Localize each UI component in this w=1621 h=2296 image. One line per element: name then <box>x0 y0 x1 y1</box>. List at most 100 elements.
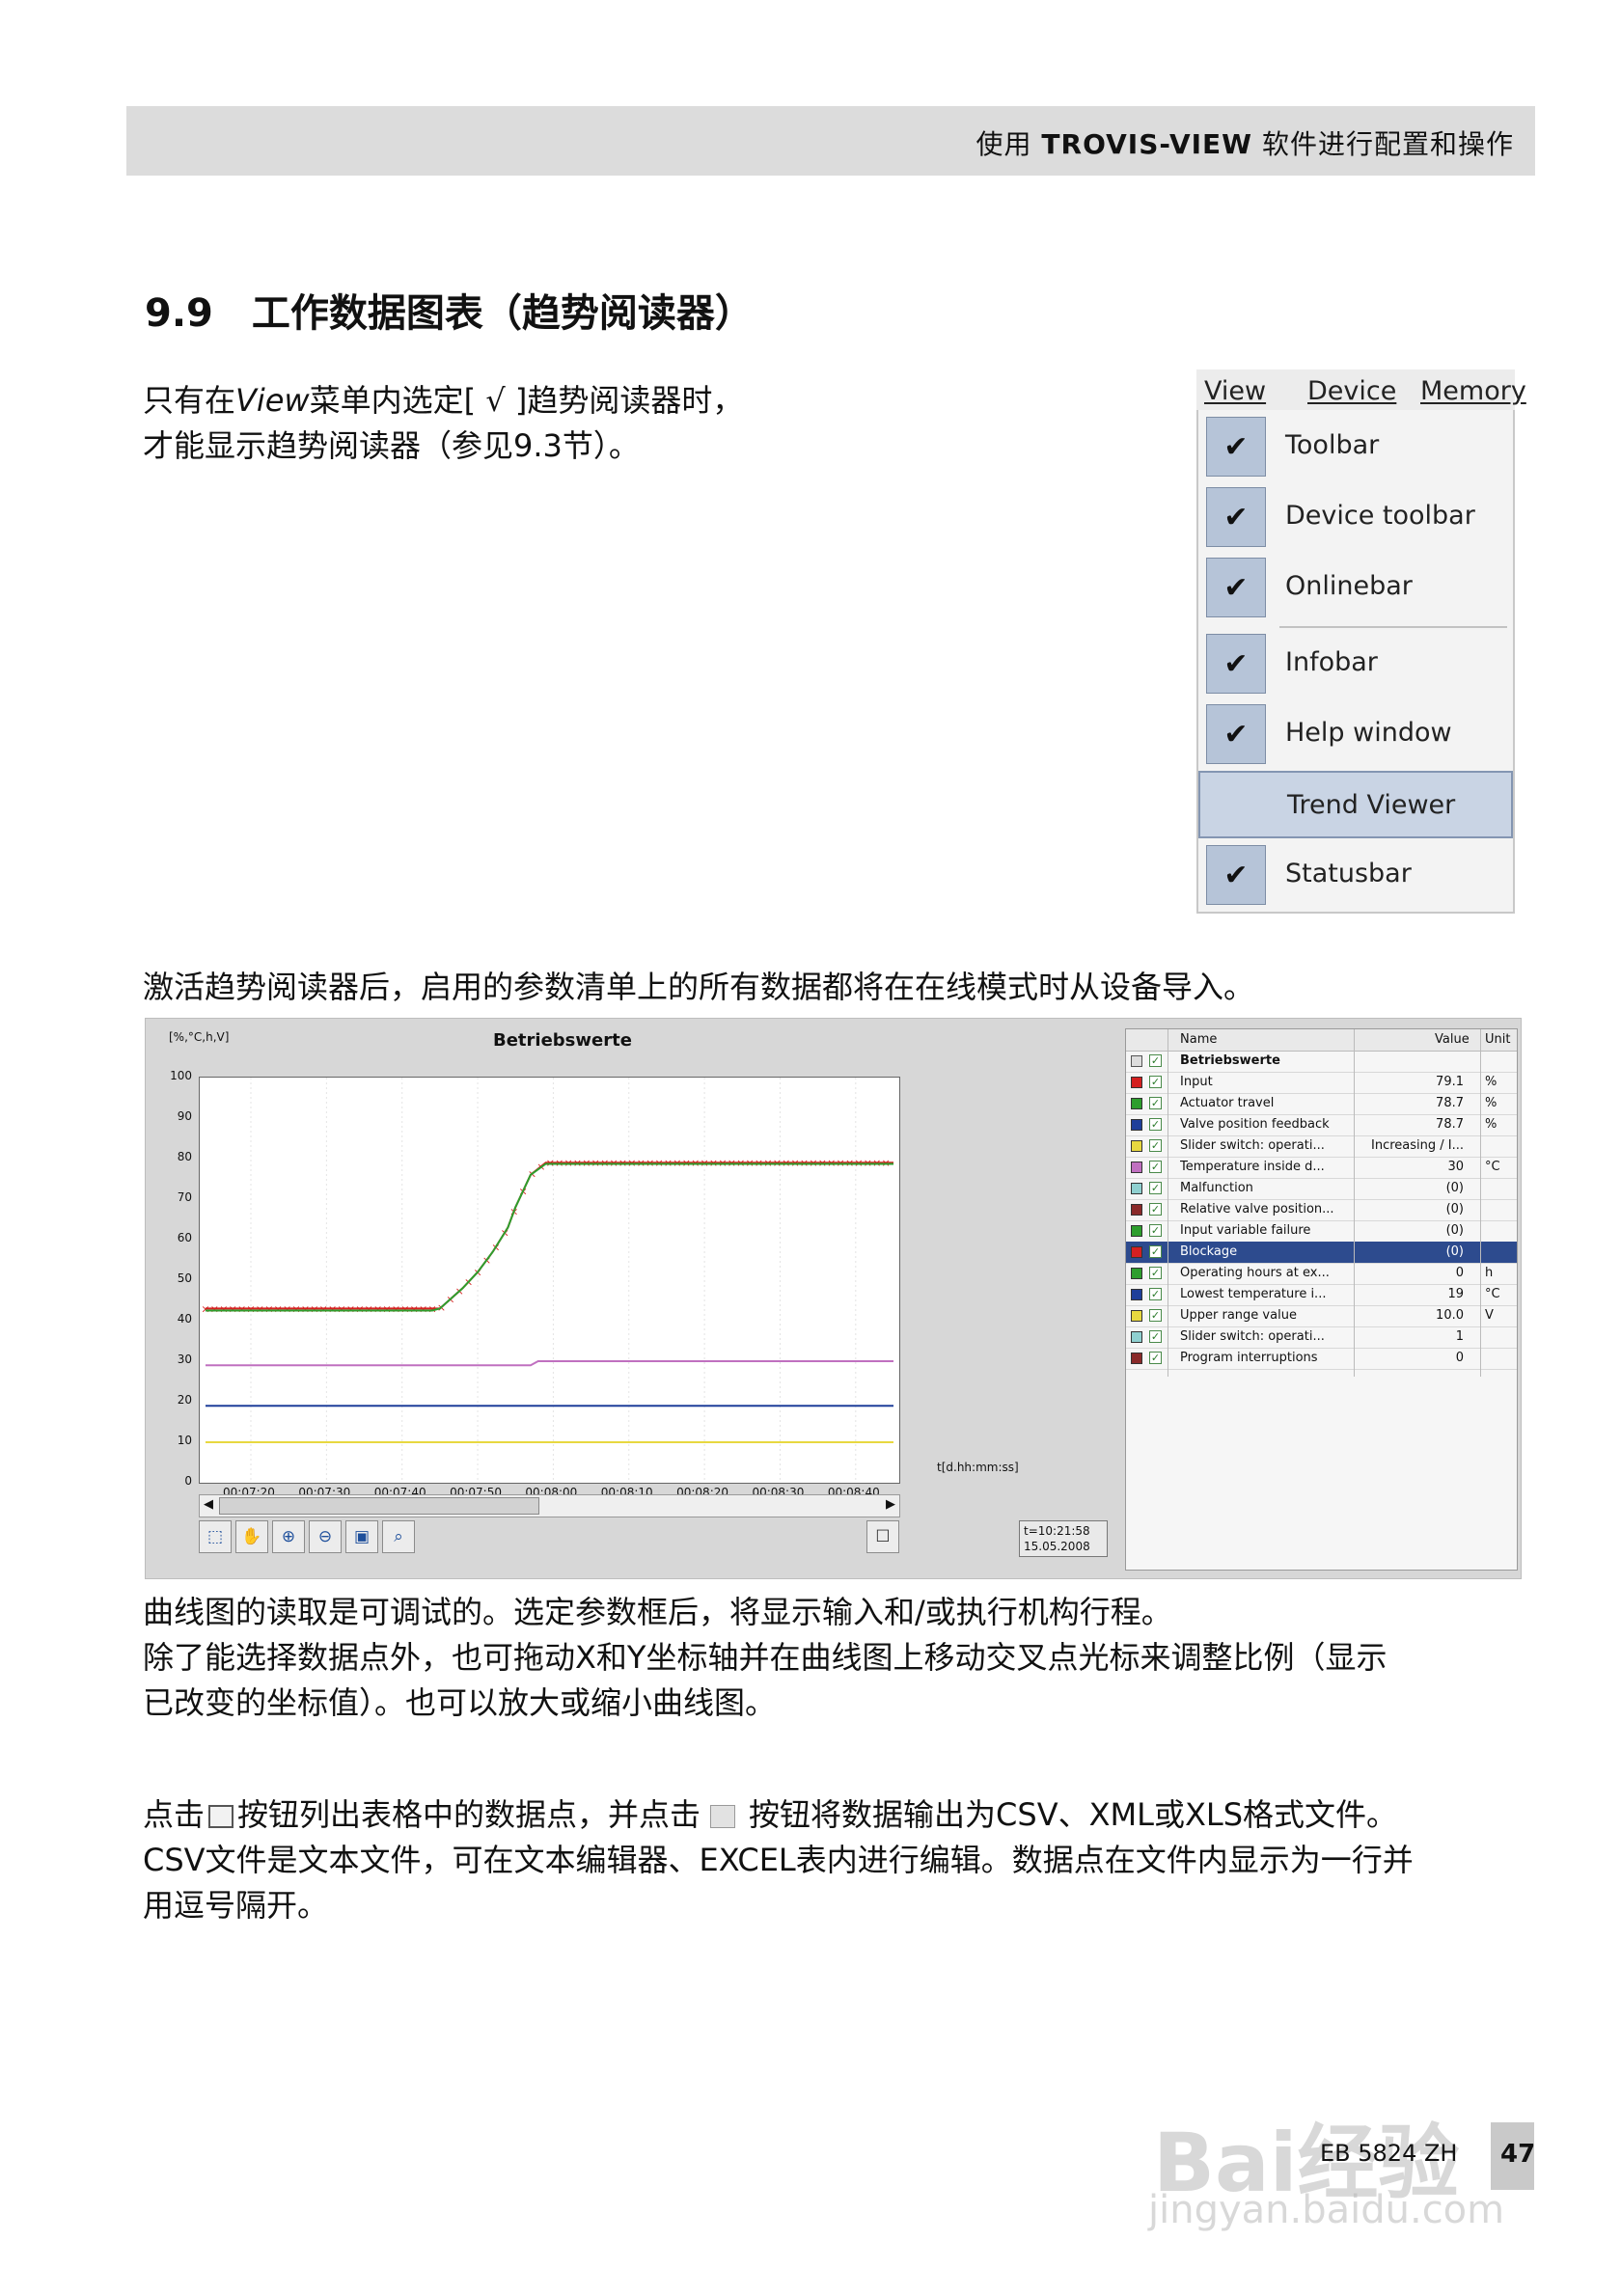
series-color-swatch[interactable] <box>1131 1353 1142 1364</box>
checkbox-icon[interactable]: ✓ <box>1149 1097 1162 1109</box>
data-point-marker[interactable]: × <box>291 1302 300 1315</box>
data-point-marker[interactable]: × <box>246 1302 255 1315</box>
data-point-marker[interactable]: × <box>419 1302 427 1315</box>
horizontal-scrollbar[interactable]: ◀ ▶ <box>199 1494 900 1517</box>
scroll-right-icon[interactable]: ▶ <box>886 1497 895 1512</box>
table-row[interactable]: ✓ Blockage (0) <box>1126 1242 1517 1264</box>
data-point-marker[interactable]: × <box>328 1302 337 1315</box>
checkbox-icon[interactable]: ✓ <box>1149 1245 1162 1258</box>
series-color-swatch[interactable] <box>1131 1162 1142 1173</box>
table-row[interactable]: ✓ Temperature inside d... 30 °C <box>1126 1157 1517 1179</box>
data-point-marker[interactable]: × <box>201 1302 209 1315</box>
series-color-swatch[interactable] <box>1131 1246 1142 1258</box>
series-line-1[interactable] <box>206 1162 893 1312</box>
checkbox-icon[interactable]: ✓ <box>1149 1076 1162 1088</box>
menu-item-onlinebar[interactable]: ✔ Onlinebar <box>1198 554 1513 621</box>
series-color-swatch[interactable] <box>1131 1289 1142 1300</box>
data-point-marker[interactable]: × <box>219 1302 228 1315</box>
menu-device[interactable]: Device <box>1307 376 1396 406</box>
menu-item-infobar[interactable]: ✔ Infobar <box>1198 630 1513 697</box>
series-color-swatch[interactable] <box>1131 1119 1142 1131</box>
checkbox-icon[interactable]: ✓ <box>1149 1054 1162 1067</box>
data-point-marker[interactable]: × <box>346 1302 355 1315</box>
check-icon: ✔ <box>1206 634 1266 694</box>
data-point-marker[interactable]: × <box>237 1302 246 1315</box>
data-point-marker[interactable]: × <box>400 1302 409 1315</box>
data-point-marker[interactable]: × <box>264 1302 273 1315</box>
series-color-swatch[interactable] <box>1131 1204 1142 1216</box>
data-point-marker[interactable]: × <box>337 1302 345 1315</box>
series-color-swatch[interactable] <box>1131 1183 1142 1194</box>
menu-item-help-window[interactable]: ✔ Help window <box>1198 700 1513 768</box>
menu-memory[interactable]: Memory <box>1420 376 1526 406</box>
series-color-swatch[interactable] <box>1131 1098 1142 1109</box>
data-point-marker[interactable]: × <box>365 1302 373 1315</box>
series-color-swatch[interactable] <box>1131 1225 1142 1237</box>
collapse-icon[interactable] <box>1131 1055 1142 1067</box>
scroll-left-icon[interactable]: ◀ <box>204 1497 213 1512</box>
data-point-marker[interactable]: × <box>229 1302 237 1315</box>
table-row[interactable]: ✓ Operating hours at ex... 0 h <box>1126 1263 1517 1285</box>
table-row[interactable]: ✓ Input 79.1% <box>1126 1072 1517 1094</box>
data-point-marker[interactable]: × <box>373 1302 382 1315</box>
data-point-marker[interactable]: × <box>210 1302 219 1315</box>
series-color-swatch[interactable] <box>1131 1310 1142 1322</box>
data-point-marker[interactable]: × <box>319 1302 328 1315</box>
table-row[interactable]: ✓ Slider switch: operati... 1 <box>1126 1326 1517 1349</box>
menu-item-statusbar[interactable]: ✔ Statusbar <box>1198 841 1513 909</box>
scroll-thumb[interactable] <box>219 1497 539 1515</box>
series-line-2[interactable] <box>206 1360 893 1367</box>
zoom-in-icon[interactable]: ⊕ <box>272 1520 305 1553</box>
data-point-marker[interactable]: × <box>392 1302 400 1315</box>
series-color-swatch[interactable] <box>1131 1077 1142 1088</box>
param-name: Program interruptions <box>1180 1351 1318 1365</box>
data-point-marker[interactable]: × <box>382 1302 391 1315</box>
data-point-marker[interactable]: × <box>410 1302 419 1315</box>
series-color-swatch[interactable] <box>1131 1331 1142 1343</box>
menu-item-device-toolbar[interactable]: ✔ Device toolbar <box>1198 483 1513 551</box>
col-value-header[interactable]: Value <box>1435 1032 1470 1047</box>
table-row[interactable]: ✓ Lowest temperature i... 19 °C <box>1126 1284 1517 1306</box>
table-row[interactable]: ✓ Slider switch: operati... Increasing / I… <box>1126 1135 1517 1158</box>
data-point-marker[interactable]: × <box>274 1302 283 1315</box>
menu-view[interactable]: View <box>1204 376 1266 406</box>
data-point-marker[interactable]: × <box>310 1302 318 1315</box>
series-color-swatch[interactable] <box>1131 1140 1142 1152</box>
data-point-marker[interactable]: × <box>283 1302 291 1315</box>
menu-item-trend-viewer[interactable]: Trend Viewer <box>1198 771 1513 838</box>
checkbox-icon[interactable]: ✓ <box>1149 1288 1162 1300</box>
menu-item-toolbar[interactable]: ✔ Toolbar <box>1198 413 1513 480</box>
checkbox-icon[interactable]: ✓ <box>1149 1203 1162 1216</box>
group-row[interactable]: ✓ Betriebswerte <box>1126 1051 1517 1073</box>
checkbox-icon[interactable]: ✓ <box>1149 1330 1162 1343</box>
checkbox-icon[interactable]: ✓ <box>1149 1182 1162 1194</box>
checkbox-icon[interactable]: ✓ <box>1149 1352 1162 1364</box>
table-view-icon[interactable]: ☐ <box>866 1520 899 1553</box>
table-row[interactable]: ✓ Relative valve position... (0) <box>1126 1199 1517 1221</box>
checkbox-icon[interactable]: ✓ <box>1149 1139 1162 1152</box>
table-row[interactable]: ✓ Input variable failure (0) <box>1126 1220 1517 1243</box>
plot-area[interactable]: × × × × × × × × × × × × × × × × × × × × × × × × × × × × × × × × × × × × × × × ×… <box>199 1077 900 1484</box>
data-point-marker[interactable]: × <box>256 1302 264 1315</box>
zoom-fit-icon[interactable]: ▣ <box>345 1520 378 1553</box>
data-point-marker[interactable]: × <box>355 1302 364 1315</box>
pan-tool-icon[interactable]: ✋ <box>235 1520 268 1553</box>
checkbox-icon[interactable]: ✓ <box>1149 1224 1162 1237</box>
zoom-reset-icon[interactable]: ⌕ <box>382 1520 415 1553</box>
zoom-out-icon[interactable]: ⊖ <box>309 1520 342 1553</box>
checkbox-icon[interactable]: ✓ <box>1149 1267 1162 1279</box>
table-row[interactable]: ✓ Upper range value 10.0 V <box>1126 1305 1517 1327</box>
table-row[interactable]: ✓ Valve position feedback 78.7% <box>1126 1114 1517 1136</box>
checkbox-icon[interactable]: ✓ <box>1149 1118 1162 1131</box>
checkbox-icon[interactable]: ✓ <box>1149 1309 1162 1322</box>
table-row[interactable]: ✓ Actuator travel 78.7% <box>1126 1093 1517 1115</box>
col-name-header[interactable]: Name <box>1180 1032 1217 1047</box>
col-unit-header[interactable]: Unit <box>1485 1032 1510 1047</box>
table-row[interactable]: ✓ Malfunction (0) <box>1126 1178 1517 1200</box>
series-color-swatch[interactable] <box>1131 1268 1142 1279</box>
select-tool-icon[interactable]: ⬚ <box>199 1520 232 1553</box>
table-row[interactable]: ✓ Program interruptions 0 <box>1126 1348 1517 1370</box>
data-point-marker[interactable]: × <box>301 1302 310 1315</box>
checkbox-icon[interactable]: ✓ <box>1149 1161 1162 1173</box>
series-line-0[interactable] <box>206 1162 893 1310</box>
